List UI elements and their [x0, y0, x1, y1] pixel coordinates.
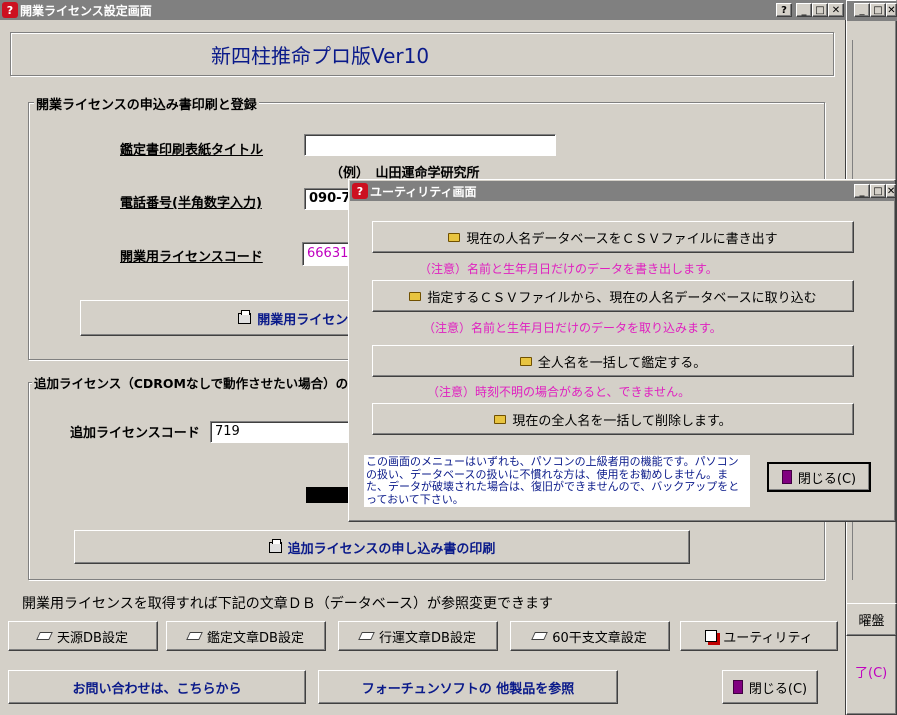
- background-maximize-button[interactable]: □: [870, 3, 886, 17]
- exit-icon: [781, 470, 792, 484]
- export-note: （注意）名前と生年月日だけのデータを書き出します。: [419, 262, 718, 276]
- license-code-label: 開業用ライセンスコード: [120, 250, 263, 265]
- export-csv-button[interactable]: 現在の人名データベースをＣＳＶファイルに書き出す: [372, 221, 854, 253]
- appraise-note: （注意）時刻不明の場合があると、できません。: [427, 385, 691, 399]
- tengen-db-label: 天源DB設定: [57, 630, 128, 646]
- appraise-all-button[interactable]: 全人名を一括して鑑定する。: [372, 345, 854, 377]
- database-icon: [531, 632, 549, 640]
- header-title: 新四柱推命プロ版Ver10: [211, 43, 430, 68]
- utility-minimize-button[interactable]: _: [854, 184, 870, 198]
- additional-license-legend: 追加ライセンス（CDROMなしで動作させたい場合）の申: [32, 373, 363, 392]
- utility-maximize-button[interactable]: □: [870, 184, 886, 198]
- additional-print-button[interactable]: 追加ライセンスの申し込み書の印刷: [74, 530, 690, 564]
- folder-icon: [494, 414, 507, 424]
- folder-icon: [448, 232, 461, 242]
- background-minimize-button[interactable]: _: [854, 3, 870, 17]
- header-banner: 新四柱推命プロ版Ver10: [10, 32, 834, 76]
- main-titlebar: ? 開業ライセンス設定画面 ? _ □ ✕: [0, 0, 846, 20]
- delete-all-button[interactable]: 現在の全人名を一括して削除します。: [372, 403, 854, 435]
- fortune-text-db-button[interactable]: 行運文章DB設定: [338, 621, 498, 651]
- tengen-db-button[interactable]: 天源DB設定: [8, 621, 158, 651]
- utility-close-label: 閉じる(C): [797, 471, 857, 487]
- utility-button[interactable]: ユーティリティ: [680, 621, 838, 651]
- black-indicator-bar: [306, 487, 350, 503]
- background-fragment-button[interactable]: 曜盤: [846, 603, 897, 636]
- contact-button[interactable]: お問い合わせは、こちらから: [8, 670, 306, 704]
- additional-code-label: 追加ライセンスコード: [70, 426, 200, 441]
- utility-titlebar: ? ユーティリティ画面 _ □ ✕: [350, 181, 896, 201]
- background-fragment-close[interactable]: 了(C): [855, 662, 887, 681]
- other-products-button[interactable]: フォーチュンソフトの 他製品を参照: [318, 670, 618, 704]
- background-fragment-close-label: 了(C): [855, 666, 888, 681]
- database-icon: [36, 632, 53, 640]
- help-button[interactable]: ?: [776, 3, 792, 17]
- delete-all-label: 現在の全人名を一括して削除します。: [512, 413, 732, 429]
- printer-icon: [268, 538, 282, 553]
- other-products-label: フォーチュンソフトの 他製品を参照: [361, 681, 575, 697]
- main-close-label: 閉じる(C): [748, 681, 808, 697]
- sexagenary-text-label: 60干支文章設定: [552, 630, 647, 646]
- utility-title: ユーティリティ画面: [370, 184, 477, 199]
- printer-icon: [238, 309, 252, 324]
- license-registration-legend: 開業ライセンスの申込み書印刷と登録: [34, 94, 259, 113]
- database-icon: [358, 632, 375, 640]
- sexagenary-text-button[interactable]: 60干支文章設定: [510, 621, 670, 651]
- export-csv-label: 現在の人名データベースをＣＳＶファイルに書き出す: [466, 231, 778, 247]
- utility-window: ? ユーティリティ画面 _ □ ✕ 現在の人名データベースをＣＳＶファイルに書き…: [348, 179, 896, 522]
- utility-close-button-main[interactable]: 閉じる(C): [767, 462, 871, 492]
- fortune-text-db-label: 行運文章DB設定: [379, 630, 476, 646]
- background-close-button[interactable]: ✕: [886, 3, 897, 17]
- phone-label: 電話番号(半角数字入力): [120, 196, 262, 211]
- close-button[interactable]: ✕: [828, 3, 844, 17]
- additional-code-value: 719: [215, 424, 240, 439]
- import-csv-button[interactable]: 指定するＣＳＶファイルから、現在の人名データベースに取り込む: [372, 280, 854, 312]
- appraise-all-label: 全人名を一括して鑑定する。: [537, 355, 707, 371]
- folder-icon: [409, 291, 422, 301]
- utility-app-icon: ?: [352, 183, 368, 199]
- phone-input-value: 090-7: [309, 191, 351, 206]
- main-title: 開業ライセンス設定画面: [20, 3, 152, 18]
- db-info-text: 開業用ライセンスを取得すれば下記の文章ＤＢ（データベース）が参照変更できます: [22, 596, 554, 612]
- utility-label: ユーティリティ: [723, 630, 813, 646]
- appraisal-text-db-label: 鑑定文章DB設定: [207, 630, 304, 646]
- license-print-label: 開業用ライセンス: [257, 312, 361, 328]
- license-print-button[interactable]: 開業用ライセンス: [80, 300, 370, 336]
- background-fragment-label: 曜盤: [858, 614, 885, 629]
- minimize-button[interactable]: _: [796, 3, 812, 17]
- import-csv-label: 指定するＣＳＶファイルから、現在の人名データベースに取り込む: [427, 290, 817, 306]
- contact-label: お問い合わせは、こちらから: [72, 681, 242, 697]
- appraisal-text-db-button[interactable]: 鑑定文章DB設定: [166, 621, 326, 651]
- folder-icon: [519, 356, 532, 366]
- additional-print-label: 追加ライセンスの申し込み書の印刷: [287, 541, 496, 557]
- utility-icon: [705, 630, 718, 642]
- maximize-button[interactable]: □: [812, 3, 828, 17]
- utility-warning-text: この画面のメニューはいずれも、パソコンの上級者用の機能です。パソコンの扱い、デー…: [364, 455, 750, 507]
- title-input[interactable]: [304, 134, 556, 156]
- import-note: （注意）名前と生年月日だけのデータを取り込みます。: [423, 321, 722, 335]
- app-icon: ?: [2, 2, 18, 18]
- additional-code-input[interactable]: 719: [210, 421, 350, 443]
- exit-icon: [732, 680, 743, 694]
- title-label: 鑑定書印刷表紙タイトル: [120, 143, 264, 158]
- utility-close-button[interactable]: ✕: [886, 184, 896, 198]
- database-icon: [186, 632, 203, 640]
- main-close-button[interactable]: 閉じる(C): [722, 670, 818, 704]
